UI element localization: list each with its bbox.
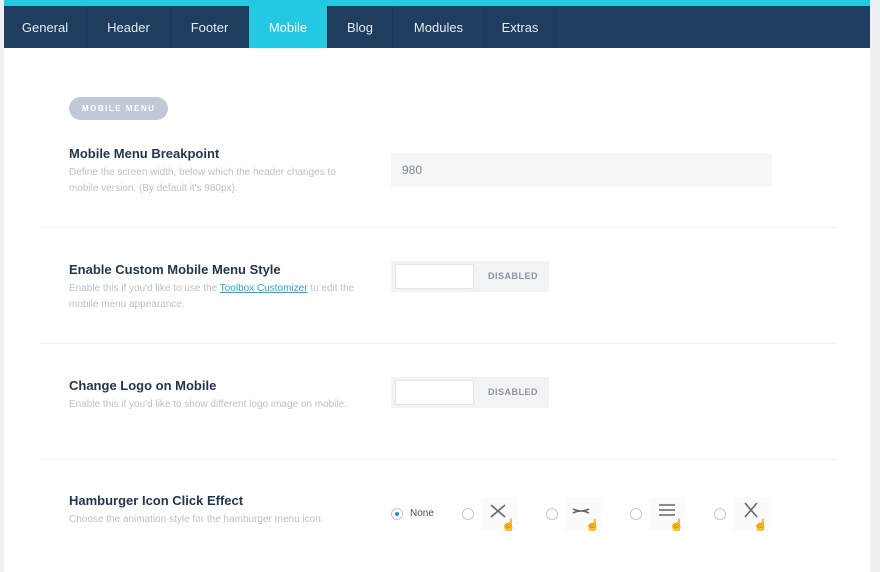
- setting-title: Hamburger Icon Click Effect: [69, 493, 244, 508]
- radio-effect-1[interactable]: [462, 508, 474, 520]
- tab-bar: General Header Footer Mobile Blog Module…: [4, 6, 870, 48]
- setting-hamburger: Hamburger Icon Click Effect Choose the a…: [40, 460, 838, 570]
- tab-general[interactable]: General: [4, 6, 87, 48]
- toggle-knob: [395, 380, 474, 405]
- cross-effect-icon[interactable]: ☝: [481, 497, 517, 532]
- radio-effect-2[interactable]: [546, 508, 558, 520]
- radio-effect-4[interactable]: [714, 508, 726, 520]
- setting-breakpoint: Mobile Menu Breakpoint Define the screen…: [40, 116, 838, 228]
- setting-title: Change Logo on Mobile: [69, 378, 217, 393]
- radio-none-label: None: [410, 508, 434, 519]
- tab-mobile[interactable]: Mobile: [249, 6, 328, 48]
- svg-text:☝: ☝: [501, 517, 516, 531]
- setting-title: Mobile Menu Breakpoint: [69, 146, 220, 161]
- toggle-knob: [395, 264, 474, 289]
- logo-toggle[interactable]: DISABLED: [391, 377, 549, 408]
- tab-header[interactable]: Header: [87, 6, 171, 48]
- setting-logo: Change Logo on Mobile Enable this if you…: [40, 344, 838, 460]
- setting-desc: Choose the animation style for the hambu…: [69, 514, 324, 525]
- tab-extras[interactable]: Extras: [485, 6, 556, 48]
- setting-desc: Enable this if you'd like to show differ…: [69, 399, 347, 410]
- setting-title: Enable Custom Mobile Menu Style: [69, 262, 281, 277]
- radio-effect-3[interactable]: [630, 508, 642, 520]
- toggle-state: DISABLED: [488, 271, 539, 281]
- setting-custom-style: Enable Custom Mobile Menu Style Enable t…: [40, 228, 838, 344]
- toolbox-customizer-link[interactable]: Toolbox Customizer: [220, 283, 308, 294]
- svg-text:☝: ☝: [585, 517, 600, 531]
- svg-text:☝: ☝: [753, 517, 768, 531]
- svg-text:☝: ☝: [669, 517, 684, 531]
- squeeze-effect-icon[interactable]: ☝: [565, 497, 601, 532]
- toggle-state: DISABLED: [488, 387, 539, 397]
- setting-desc: Enable this if you'd like to use the Too…: [69, 281, 359, 313]
- settings-panel: General Header Footer Mobile Blog Module…: [4, 6, 870, 572]
- breakpoint-input[interactable]: 980: [391, 153, 772, 187]
- tab-footer[interactable]: Footer: [171, 6, 249, 48]
- x-effect-icon[interactable]: ☝: [733, 497, 769, 532]
- radio-none[interactable]: [391, 508, 403, 520]
- custom-style-toggle[interactable]: DISABLED: [391, 261, 549, 292]
- setting-desc: Define the screen width, below which the…: [69, 167, 336, 194]
- tab-blog[interactable]: Blog: [328, 6, 393, 48]
- desc-text: Enable this if you'd like to use the: [69, 283, 220, 294]
- tab-modules[interactable]: Modules: [393, 6, 485, 48]
- hamburger-effect-icon[interactable]: ☝: [649, 497, 685, 532]
